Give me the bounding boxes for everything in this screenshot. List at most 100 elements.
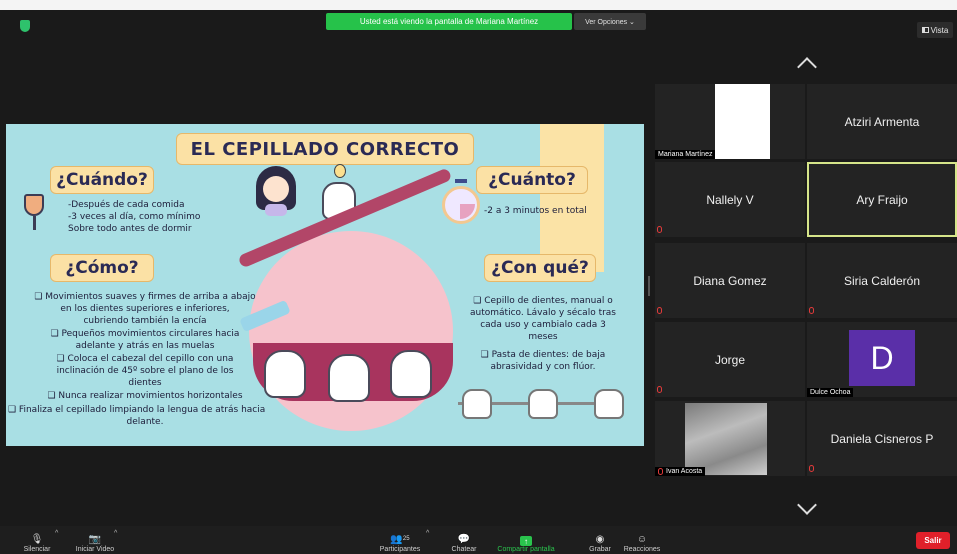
participant-tile[interactable]: Daniela Cisneros P	[807, 401, 957, 476]
chat-button[interactable]: 💬 Chatear	[446, 526, 482, 554]
video-options-caret-icon[interactable]: ^	[114, 530, 117, 537]
cuando-line-2: -3 veces al día, como mínimo	[68, 212, 201, 222]
panel-resize-handle[interactable]	[648, 276, 650, 296]
microphone-icon: 🎙	[30, 533, 44, 545]
como-line-1: ❑ Movimientos suaves y firmes de arriba …	[34, 292, 256, 302]
participant-name: Mariana Martínez	[658, 151, 713, 158]
participant-name: Nallely V	[706, 192, 754, 207]
participant-name: Diana Gomez	[693, 273, 767, 288]
heading-cuanto: ¿Cuánto?	[476, 166, 588, 194]
slide-title: EL CEPILLADO CORRECTO	[176, 133, 474, 165]
participant-name-tag: Ivan Acosta	[655, 467, 706, 476]
participant-name-tag: Mariana Martínez	[655, 150, 716, 159]
participants-count: 25	[402, 536, 410, 542]
con-que-line-6: abrasividad y con flúor.	[490, 362, 596, 372]
participant-tile-active-speaker[interactable]: Ary Fraijo	[807, 162, 957, 237]
tooth-icon	[264, 350, 306, 398]
como-line-6: ❑ Coloca el cabezal del cepillo con una	[56, 354, 234, 364]
muted-mic-icon	[657, 226, 662, 233]
muted-mic-icon	[809, 307, 814, 314]
participant-video	[715, 84, 770, 159]
como-line-8: dientes	[128, 378, 162, 388]
con-que-line-4: meses	[528, 332, 558, 342]
record-button[interactable]: ◉ Grabar	[582, 526, 618, 554]
participant-name: Daniela Cisneros P	[830, 431, 934, 446]
cuando-line-3: Sobre todo antes de dormir	[68, 224, 192, 234]
con-que-line-1: ❑ Cepillo de dientes, manual o	[473, 296, 613, 306]
view-button-label: Vista	[930, 25, 949, 35]
participant-tile[interactable]: Diana Gomez	[655, 243, 805, 318]
girl-illustration	[256, 166, 296, 216]
participant-tile[interactable]: Jorge	[655, 322, 805, 397]
tooth-icon	[390, 350, 432, 398]
record-icon: ◉	[595, 533, 605, 545]
tooth-icon	[328, 354, 370, 402]
mute-button[interactable]: 🎙 Silenciar	[18, 526, 56, 554]
grid-icon	[921, 27, 929, 33]
start-video-label: Iniciar Video	[75, 546, 115, 553]
share-screen-label: Compartir pantalla	[497, 546, 555, 553]
como-line-4: ❑ Pequeños movimientos circulares hacia	[50, 329, 240, 339]
top-bar	[0, 0, 957, 10]
view-button[interactable]: Vista	[917, 22, 953, 38]
braces-tooth-icon	[594, 389, 624, 419]
trophy-icon	[24, 194, 44, 234]
como-line-9: ❑ Nunca realizar movimientos horizontale…	[47, 391, 243, 401]
participant-name: Dulce Ochoa	[810, 389, 851, 396]
participant-name: Siria Calderón	[843, 273, 921, 288]
reactions-icon: ☺	[636, 533, 648, 545]
record-label: Grabar	[589, 546, 611, 553]
participant-tile[interactable]: Nallely V	[655, 162, 805, 237]
participant-video	[685, 403, 767, 475]
muted-mic-icon	[658, 468, 663, 475]
leave-meeting-button[interactable]: Salir	[916, 532, 950, 549]
lightbulb-icon	[334, 164, 346, 178]
con-que-line-2: automático. Lávalo y sécalo tras	[470, 308, 616, 318]
slide-decor-band	[540, 124, 604, 272]
chat-icon: 💬	[457, 533, 471, 545]
como-line-7: inclinación de 45º sobre el plano de los	[56, 366, 234, 376]
participant-name: Atziri Armenta	[844, 114, 920, 129]
view-options-button[interactable]: Ver Opciones ⌄	[574, 13, 646, 30]
participants-label: Participantes	[379, 546, 421, 553]
timer-icon	[442, 179, 480, 224]
start-video-button[interactable]: 📷 Iniciar Video	[70, 526, 120, 554]
participant-tile[interactable]: Siria Calderón	[807, 243, 957, 318]
participant-name-tag: Dulce Ochoa	[807, 388, 854, 397]
como-line-5: adelante y atrás en las muelas	[75, 341, 215, 351]
mute-label: Silenciar	[23, 546, 51, 553]
participant-tile[interactable]: D Dulce Ochoa	[807, 322, 957, 397]
como-line-11: delante.	[126, 417, 164, 427]
cuanto-text: -2 a 3 minutos en total	[484, 206, 587, 216]
participants-options-caret-icon[interactable]: ^	[426, 530, 429, 537]
security-shield-icon[interactable]	[20, 20, 30, 32]
con-que-line-5: ❑ Pasta de dientes: de baja	[480, 350, 606, 360]
participant-tile[interactable]: Atziri Armenta	[807, 84, 957, 159]
participant-name: Jorge	[714, 352, 746, 367]
heading-cuando: ¿Cuándo?	[50, 166, 154, 194]
participant-tile[interactable]: Mariana Martínez	[655, 84, 805, 159]
como-line-2: en los dientes superiores e inferiores,	[60, 304, 230, 314]
avatar: D	[849, 330, 915, 386]
braces-tooth-icon	[528, 389, 558, 419]
audio-options-caret-icon[interactable]: ^	[55, 530, 58, 537]
participants-icon: 👥 25	[390, 533, 410, 545]
participant-name: Ivan Acosta	[666, 468, 703, 475]
con-que-line-3: cada uso y cambialo cada 3	[480, 320, 606, 330]
heading-como: ¿Cómo?	[50, 254, 154, 282]
participant-tile[interactable]: Ivan Acosta	[655, 401, 805, 476]
participants-button[interactable]: 👥 25 Participantes	[368, 526, 432, 554]
cuando-line-1: -Después de cada comida	[68, 200, 185, 210]
muted-mic-icon	[657, 307, 662, 314]
reactions-button[interactable]: ☺ Reacciones	[620, 526, 664, 554]
share-screen-button[interactable]: ↑ Compartir pantalla	[484, 526, 568, 554]
chat-label: Chatear	[451, 546, 477, 553]
muted-mic-icon	[809, 465, 814, 472]
video-off-icon: 📷	[88, 533, 102, 545]
heading-con-que: ¿Con qué?	[484, 254, 596, 282]
shared-slide: EL CEPILLADO CORRECTO ¿Cuándo? -Después …	[6, 124, 644, 446]
braces-tooth-icon	[462, 389, 492, 419]
share-screen-icon: ↑	[520, 536, 532, 546]
como-line-10: ❑ Finaliza el cepillado limpiando la len…	[8, 405, 266, 415]
screen-share-banner: Usted está viendo la pantalla de Mariana…	[326, 13, 572, 30]
